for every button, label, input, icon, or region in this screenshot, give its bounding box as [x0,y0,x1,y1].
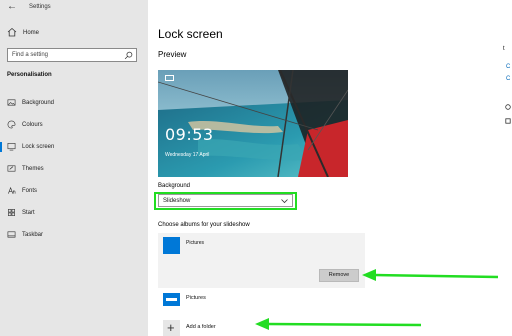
sidebar-item-themes[interactable]: Themes [0,162,148,176]
background-label: Background [158,183,191,189]
right-column-fragment: t [503,46,505,52]
sidebar-item-start[interactable]: Start [0,206,148,220]
search-placeholder: Find a setting [12,52,49,58]
album-item-selected[interactable]: Pictures Remove [158,233,365,288]
background-dropdown[interactable]: Slideshow [158,194,293,207]
main-content: Lock screen Preview 09:53 Wednesday 17 A… [148,0,512,336]
start-icon [8,209,15,216]
back-arrow-icon[interactable]: ← [7,1,17,12]
preview-background-image [158,70,348,177]
help-icon [505,118,511,124]
sidebar-item-label: Themes [22,166,44,172]
annotation-arrow [255,318,422,330]
add-folder-button[interactable]: + Add a folder [158,318,268,336]
sidebar: ← Settings Home Find a setting Personali… [0,0,148,336]
palette-icon [7,120,16,129]
lock-screen-preview: 09:53 Wednesday 17 April [158,70,348,177]
active-indicator [0,142,2,152]
window-title: Settings [29,4,51,10]
lock-screen-icon [7,143,16,151]
page-title: Lock screen [158,27,223,41]
sidebar-item-colours[interactable]: Colours [0,118,148,132]
album-name[interactable]: Pictures [186,295,206,301]
title-bar: ← Settings [0,0,148,16]
preview-date: Wednesday 17 April [165,152,210,158]
folder-icon [163,293,180,306]
feedback-icon [505,104,511,110]
album-name: Pictures [186,240,205,246]
plus-icon: + [163,320,180,336]
sidebar-item-label: Lock screen [22,144,55,150]
folder-icon [163,237,180,254]
right-link-fragment[interactable]: C [506,64,510,70]
background-dropdown-value: Slideshow [163,198,191,204]
sidebar-section-title: Personalisation [7,72,52,78]
add-folder-label: Add a folder [186,324,216,330]
sidebar-item-background[interactable]: Background [0,96,148,110]
image-icon [7,99,16,106]
chevron-down-icon [281,199,288,204]
search-input[interactable]: Find a setting [7,48,137,62]
annotation-arrow [362,269,499,281]
sidebar-item-taskbar[interactable]: Taskbar [0,228,148,242]
home-label: Home [23,30,40,36]
brush-icon [7,165,16,172]
home-nav-item[interactable]: Home [7,27,137,39]
sidebar-item-lock-screen[interactable]: Lock screen [0,140,148,154]
remove-button[interactable]: Remove [319,269,359,282]
camera-icon [165,75,174,81]
preview-time: 09:53 [165,125,214,144]
taskbar-icon [7,231,16,238]
sidebar-item-label: Fonts [22,188,38,194]
sidebar-item-fonts[interactable]: Fonts [0,184,148,198]
sidebar-item-label: Colours [22,122,43,128]
font-icon [8,186,16,194]
albums-label: Choose albums for your slideshow [158,222,250,228]
sidebar-item-label: Start [22,210,35,216]
right-link-fragment[interactable]: C [506,76,510,82]
sidebar-item-label: Background [22,100,55,106]
sidebar-item-label: Taskbar [22,232,44,238]
search-icon [124,51,133,60]
preview-label: Preview [158,50,187,59]
home-icon [7,27,17,37]
